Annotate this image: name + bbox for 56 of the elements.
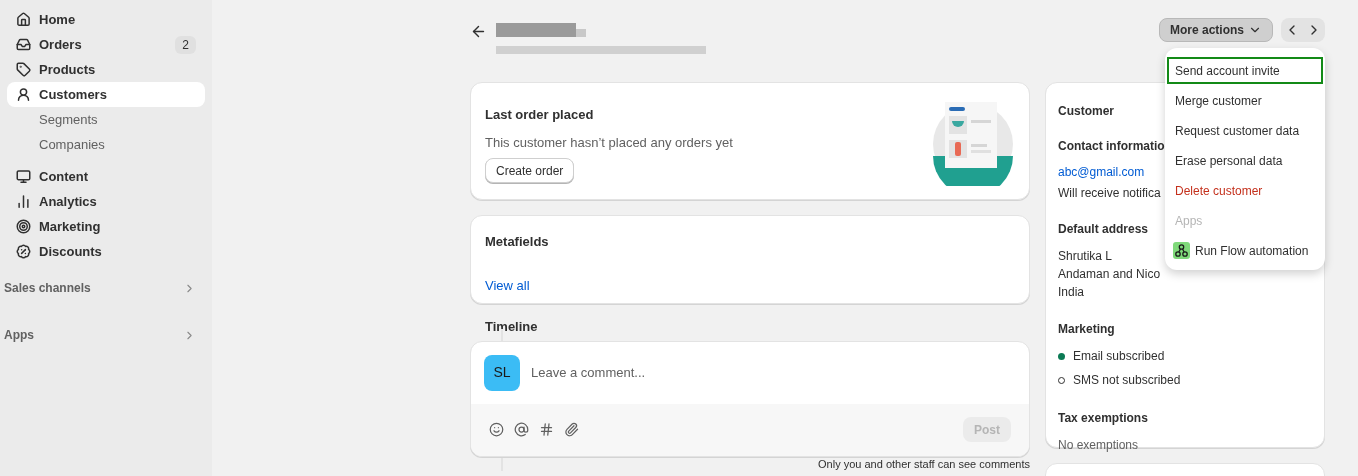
sidebar-subitem[interactable]: Companies [7, 132, 205, 157]
section-heading: Tax exemptions [1058, 410, 1148, 427]
sidebar-subitem[interactable]: Segments [7, 107, 205, 132]
menu-item[interactable]: Send account invite [1167, 57, 1323, 84]
sidebar-item[interactable]: Content [7, 164, 205, 189]
card-title: Customer [1058, 103, 1114, 120]
comment-field[interactable]: Leave a comment... [531, 362, 1016, 383]
sidebar-item[interactable]: Home [7, 7, 205, 32]
avatar: SL [484, 354, 520, 391]
create-order-button[interactable]: Create order [485, 158, 575, 183]
timeline-heading: Timeline [485, 318, 539, 336]
menu-section-label: Apps [1174, 212, 1204, 230]
view-all-link[interactable]: View all [485, 275, 530, 295]
home-icon [16, 12, 31, 27]
mention-icon[interactable] [514, 422, 529, 437]
tax-text: No exemptions [1058, 437, 1139, 454]
menu-item[interactable]: Run Flow automation [1167, 237, 1323, 264]
menu-item[interactable]: Merge customer [1167, 87, 1323, 114]
person-icon [16, 87, 31, 102]
bar-chart-icon [16, 194, 31, 209]
card-title: Last order placed [485, 106, 595, 124]
card-title: Metafields [485, 233, 550, 251]
address-line: Shrutika L [1058, 248, 1113, 265]
sidebar-item[interactable]: Orders 2 [7, 32, 205, 57]
section-heading: Contact informatio [1058, 138, 1165, 155]
monitor-icon [16, 169, 31, 184]
sidebar-item[interactable]: Analytics [7, 189, 205, 214]
flow-app-icon [1173, 242, 1190, 259]
marketing-status: Email subscribed [1073, 348, 1165, 365]
inbox-icon [16, 37, 31, 52]
target-icon [16, 219, 31, 234]
hashtag-icon[interactable] [539, 422, 554, 437]
address-line: Andaman and Nico [1058, 266, 1161, 283]
sidebar-section[interactable]: Sales channels [0, 277, 212, 299]
email-link[interactable]: abc@gmail.com [1058, 163, 1145, 181]
sidebar-item[interactable]: Products [7, 57, 205, 82]
percent-badge-icon [16, 244, 31, 259]
sidebar-item[interactable]: Discounts [7, 239, 205, 264]
menu-item[interactable]: Erase personal data [1167, 147, 1323, 174]
card-text: This customer hasn’t placed any orders yet [485, 133, 734, 152]
count-badge: 2 [175, 35, 196, 54]
notification-text: Will receive notifica [1058, 185, 1161, 202]
emoji-icon[interactable] [489, 422, 504, 437]
attachment-icon[interactable] [564, 422, 579, 437]
address-line: India [1058, 284, 1085, 301]
section-heading: Marketing [1058, 321, 1115, 338]
sidebar-item[interactable]: Marketing [7, 214, 205, 239]
menu-item[interactable]: Delete customer [1167, 177, 1323, 204]
comment-visibility-note: Only you and other staff can see comments [817, 457, 1030, 471]
tag-icon [16, 62, 31, 77]
more-actions-button[interactable]: More actions [1159, 18, 1273, 42]
menu-item[interactable]: Request customer data [1167, 117, 1323, 144]
sidebar-item[interactable]: Customers [7, 82, 205, 107]
sidebar-section[interactable]: Apps [0, 324, 212, 346]
section-heading: Default address [1058, 221, 1149, 238]
marketing-status: SMS not subscribed [1073, 372, 1181, 389]
